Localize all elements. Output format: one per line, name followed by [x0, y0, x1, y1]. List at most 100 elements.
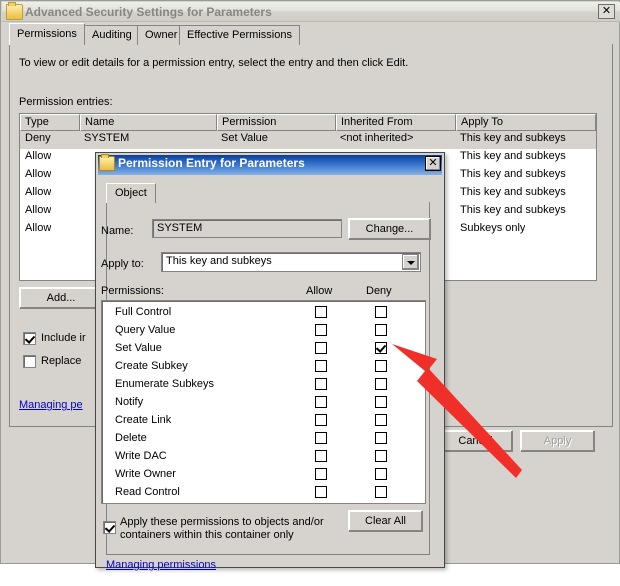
permission-row[interactable]: Notify — [102, 394, 425, 412]
chevron-down-icon[interactable] — [402, 254, 419, 270]
cell-apply-to: This key and subkeys — [460, 204, 566, 216]
permission-row[interactable]: Full Control — [102, 304, 425, 322]
table-header-row: Type Name Permission Inherited From Appl… — [20, 114, 596, 131]
managing-permissions-link-inner[interactable]: Managing permissions — [106, 559, 216, 571]
deny-checkbox[interactable] — [375, 414, 387, 426]
deny-checkbox[interactable] — [375, 468, 387, 480]
allow-checkbox[interactable] — [315, 450, 327, 462]
cancel-button[interactable]: Cancel — [438, 430, 513, 452]
apply-these-permissions-checkbox[interactable] — [103, 521, 116, 534]
replace-permissions-label: Replace — [41, 355, 82, 367]
cell-type: Allow — [25, 150, 52, 162]
cell-type: Deny — [25, 132, 51, 144]
tab-permissions[interactable]: Permissions — [9, 23, 85, 45]
folder-icon — [99, 154, 115, 171]
allow-checkbox[interactable] — [315, 342, 327, 354]
close-icon[interactable]: ✕ — [598, 4, 615, 19]
permission-row[interactable]: Delete — [102, 430, 425, 448]
include-inheritable-label: Include ir — [41, 332, 86, 344]
permission-label: Write DAC — [115, 450, 167, 462]
permission-row[interactable]: Create Subkey — [102, 358, 425, 376]
change-button[interactable]: Change... — [348, 218, 431, 240]
table-row[interactable]: Deny SYSTEM Set Value <not inherited> Th… — [20, 131, 596, 149]
permission-row[interactable]: Read Control — [102, 484, 425, 502]
deny-checkbox[interactable] — [375, 324, 387, 336]
deny-checkbox[interactable] — [375, 450, 387, 462]
deny-checkbox[interactable] — [375, 486, 387, 498]
permission-row[interactable]: Enumerate Subkeys — [102, 376, 425, 394]
allow-checkbox[interactable] — [315, 378, 327, 390]
permission-entries-label: Permission entries: — [19, 96, 113, 108]
cell-apply-to: This key and subkeys — [460, 168, 566, 180]
column-header-type[interactable]: Type — [20, 114, 80, 131]
permission-row[interactable]: Query Value — [102, 322, 425, 340]
permission-label: Enumerate Subkeys — [115, 378, 215, 390]
cell-apply-to: Subkeys only — [460, 222, 526, 234]
permission-label: Write Owner — [115, 468, 176, 480]
cell-type: Allow — [25, 186, 52, 198]
permissions-list[interactable]: Full Control Query Value Set Value Creat… — [101, 300, 426, 504]
allow-checkbox[interactable] — [315, 360, 327, 372]
name-field[interactable]: SYSTEM — [152, 219, 342, 238]
allow-checkbox[interactable] — [315, 486, 327, 498]
permission-label: Set Value — [115, 342, 162, 354]
cell-inherited-from: <not inherited> — [340, 132, 414, 144]
cell-name: SYSTEM — [84, 132, 130, 144]
allow-checkbox[interactable] — [315, 396, 327, 408]
add-button[interactable]: Add... — [19, 287, 103, 309]
cell-apply-to: This key and subkeys — [460, 150, 566, 162]
permission-label: Query Value — [115, 324, 176, 336]
allow-checkbox[interactable] — [315, 414, 327, 426]
allow-column-header: Allow — [306, 285, 333, 297]
replace-permissions-checkbox[interactable] — [23, 355, 36, 368]
include-inheritable-checkbox[interactable] — [23, 332, 36, 345]
deny-checkbox[interactable] — [375, 378, 387, 390]
permission-label: Notify — [115, 396, 144, 408]
deny-checkbox[interactable] — [375, 432, 387, 444]
deny-checkbox[interactable] — [375, 306, 387, 318]
deny-checkbox[interactable] — [375, 396, 387, 408]
tab-auditing[interactable]: Auditing — [84, 25, 140, 45]
tab-strip: Permissions Auditing Owner Effective Per… — [9, 23, 613, 45]
apply-these-permissions-label: Apply these permissions to objects and/o… — [120, 516, 324, 541]
allow-checkbox[interactable] — [315, 468, 327, 480]
clear-all-button[interactable]: Clear All — [348, 510, 423, 532]
close-icon[interactable]: ✕ — [425, 156, 441, 171]
cell-type: Allow — [25, 222, 52, 234]
permission-label: Delete — [115, 432, 147, 444]
outer-window-title: Advanced Security Settings for Parameter… — [25, 5, 272, 19]
folder-icon — [6, 2, 23, 20]
permission-row[interactable]: Set Value — [102, 340, 425, 358]
column-header-apply-to[interactable]: Apply To — [456, 114, 596, 131]
permission-label: Create Subkey — [115, 360, 188, 372]
deny-column-header: Deny — [366, 285, 392, 297]
permission-label: Create Link — [115, 414, 172, 426]
managing-permissions-link-outer[interactable]: Managing pe — [19, 399, 83, 411]
permission-row[interactable]: Create Link — [102, 412, 425, 430]
deny-checkbox[interactable] — [375, 342, 387, 354]
permissions-label: Permissions: — [101, 285, 164, 297]
inner-dialog-title: Permission Entry for Parameters — [118, 156, 305, 170]
allow-checkbox[interactable] — [315, 432, 327, 444]
column-header-permission[interactable]: Permission — [217, 114, 336, 131]
cell-type: Allow — [25, 168, 52, 180]
column-header-inherited-from[interactable]: Inherited From — [336, 114, 456, 131]
permission-label: Full Control — [115, 306, 172, 318]
column-header-name[interactable]: Name — [80, 114, 217, 131]
apply-button: Apply — [520, 430, 595, 452]
apply-to-label: Apply to: — [101, 258, 144, 270]
cell-type: Allow — [25, 204, 52, 216]
apply-to-value: This key and subkeys — [166, 255, 272, 267]
allow-checkbox[interactable] — [315, 324, 327, 336]
deny-checkbox[interactable] — [375, 360, 387, 372]
permission-label: Read Control — [115, 486, 180, 498]
apply-to-dropdown[interactable]: This key and subkeys — [161, 252, 421, 272]
tab-object[interactable]: Object — [106, 183, 156, 203]
allow-checkbox[interactable] — [315, 306, 327, 318]
cell-apply-to: This key and subkeys — [460, 186, 566, 198]
permission-row[interactable]: Write DAC — [102, 448, 425, 466]
tab-effective-permissions[interactable]: Effective Permissions — [179, 25, 300, 45]
cell-permission: Set Value — [221, 132, 268, 144]
permission-row[interactable]: Write Owner — [102, 466, 425, 484]
cell-apply-to: This key and subkeys — [460, 132, 566, 144]
